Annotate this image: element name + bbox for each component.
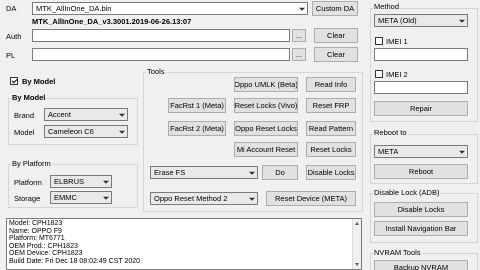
- brand-select-value: Accent: [48, 110, 71, 119]
- auth-input[interactable]: [32, 29, 290, 42]
- oppo-method-select[interactable]: Oppo Reset Method 2: [150, 192, 258, 205]
- imei2-checkbox[interactable]: [375, 70, 383, 78]
- mi-account-reset-button[interactable]: Mi Account Reset: [234, 142, 298, 157]
- method-select-value: META (Old): [378, 16, 417, 25]
- by-model-checkbox-label: By Model: [22, 77, 56, 86]
- tools-group-title: Tools: [146, 67, 166, 76]
- storage-label: Storage: [14, 194, 41, 203]
- install-navigation-bar-button[interactable]: Install Navigation Bar: [374, 221, 468, 236]
- chevron-down-icon: [249, 171, 255, 175]
- erase-select-value: Erase FS: [154, 168, 186, 177]
- chevron-down-icon: [119, 130, 125, 134]
- log-line: Name: OPPO F9: [9, 227, 62, 235]
- read-pattern-button[interactable]: Read Pattern: [306, 121, 356, 136]
- scroll-down-arrow-icon[interactable]: [355, 263, 359, 266]
- reset-device-meta-button[interactable]: Reset Device (META): [266, 191, 356, 206]
- storage-select-value: EMMC: [54, 193, 77, 202]
- pl-clear-button[interactable]: Clear: [314, 47, 358, 62]
- reboot-button[interactable]: Reboot: [374, 164, 468, 179]
- da-select[interactable]: MTK_AllInOne_DA.bin: [32, 2, 308, 15]
- reset-frp-button[interactable]: Reset FRP: [306, 98, 356, 113]
- chevron-down-icon: [459, 150, 465, 154]
- brand-label: Brand: [14, 111, 35, 120]
- custom-da-button[interactable]: Custom DA: [312, 1, 358, 16]
- oppo-umlk-button[interactable]: Oppo UMLK (Beta): [234, 77, 298, 92]
- by-model-checkbox[interactable]: [10, 77, 18, 85]
- auth-label: Auth: [6, 32, 22, 41]
- imei2-label: IMEI 2: [386, 70, 408, 79]
- repair-button[interactable]: Repair: [374, 101, 468, 116]
- reboot-select-value: META: [378, 147, 399, 156]
- log-output[interactable]: Model: CPH1823 Name: OPPO F9 Platform: M…: [6, 218, 362, 270]
- disable-locks-tools-button[interactable]: Disable Locks: [306, 165, 356, 180]
- pl-label: PL: [6, 51, 16, 60]
- facrst2-meta-button[interactable]: FacRst 2 (Meta): [168, 121, 226, 136]
- scroll-up-arrow-icon[interactable]: [355, 222, 359, 225]
- auth-clear-button[interactable]: Clear: [314, 28, 358, 43]
- reboot-select[interactable]: META: [374, 145, 468, 158]
- log-line: OEM Prod.: CPH1823: [9, 242, 78, 250]
- auth-browse-button[interactable]: ...: [292, 29, 306, 42]
- chevron-down-icon: [459, 19, 465, 23]
- model-select-value: Cameleon C6: [48, 127, 94, 136]
- disable-locks-adb-button[interactable]: Disable Locks: [374, 202, 468, 217]
- pl-input[interactable]: [32, 48, 290, 61]
- brand-select[interactable]: Accent: [44, 108, 128, 121]
- pl-browse-button[interactable]: ...: [292, 48, 306, 61]
- model-label: Model: [14, 128, 35, 137]
- oppo-method-select-value: Oppo Reset Method 2: [154, 194, 228, 203]
- log-scrollbar[interactable]: [352, 219, 361, 269]
- chevron-down-icon: [119, 113, 125, 117]
- oppo-reset-locks-button[interactable]: Oppo Reset Locks: [234, 121, 298, 136]
- da-label: DA: [6, 4, 17, 13]
- log-line: Model: CPH1823: [9, 220, 63, 227]
- platform-select[interactable]: ELBRUS: [50, 175, 112, 188]
- platform-label: Platform: [14, 178, 42, 187]
- chevron-down-icon: [103, 180, 109, 184]
- platform-select-value: ELBRUS: [54, 177, 85, 186]
- chevron-down-icon: [103, 196, 109, 200]
- reset-locks-button[interactable]: Reset Locks: [306, 142, 356, 157]
- backup-nvram-button[interactable]: Backup NVRAM: [374, 260, 468, 270]
- facrst1-meta-button[interactable]: FacRst 1 (Meta): [168, 98, 226, 113]
- by-platform-group-title: By Platform: [11, 159, 52, 168]
- imei1-label: IMEI 1: [386, 37, 408, 46]
- by-model-group-title: By Model: [11, 93, 47, 102]
- nvram-tools-title: NVRAM Tools: [373, 248, 422, 257]
- method-select[interactable]: META (Old): [374, 14, 468, 27]
- method-group-title: Method: [373, 2, 401, 11]
- da-select-value: MTK_AllInOne_DA.bin: [36, 4, 112, 13]
- imei1-checkbox[interactable]: [375, 37, 383, 45]
- model-select[interactable]: Cameleon C6: [44, 125, 128, 138]
- reboot-group-title: Reboot to: [373, 128, 408, 137]
- storage-select[interactable]: EMMC: [50, 191, 112, 204]
- chevron-down-icon: [299, 7, 305, 11]
- da-path-text: MTK_AllInOne_DA_v3.3001.2019-06-26.13:07: [32, 17, 192, 26]
- log-line: Build Date: Fri Dec 18 08:02:49 CST 2020: [9, 257, 141, 265]
- read-info-button[interactable]: Read Info: [306, 77, 356, 92]
- disable-lock-adb-title: Disable Lock (ADB): [373, 188, 441, 197]
- erase-select[interactable]: Erase FS: [150, 166, 258, 179]
- log-line: Platform: MT6771: [9, 235, 65, 243]
- chevron-down-icon: [249, 197, 255, 201]
- do-button[interactable]: Do: [262, 165, 298, 180]
- imei2-input[interactable]: [374, 81, 468, 94]
- imei1-input[interactable]: [374, 48, 468, 61]
- log-line: OEM Device: CPH1823: [9, 250, 83, 258]
- reset-locks-vivo-button[interactable]: Reset Locks (Vivo): [234, 98, 298, 113]
